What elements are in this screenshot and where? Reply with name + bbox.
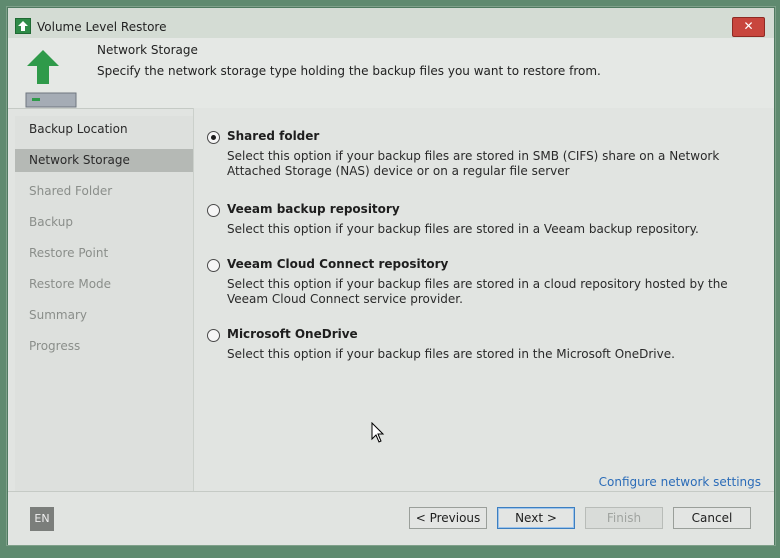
option-label[interactable]: Veeam backup repository bbox=[227, 202, 400, 216]
option-label[interactable]: Shared folder bbox=[227, 129, 319, 143]
app-icon bbox=[15, 18, 31, 34]
title-bar[interactable]: Volume Level Restore ✕ bbox=[8, 8, 774, 38]
window-title: Volume Level Restore bbox=[37, 20, 167, 34]
veeam-cloud-connect-radio[interactable] bbox=[207, 259, 220, 272]
option-description: Select this option if your backup files … bbox=[227, 347, 675, 361]
step-restore-mode: Restore Mode bbox=[29, 277, 112, 291]
step-backup-location[interactable]: Backup Location bbox=[15, 118, 193, 141]
step-progress: Progress bbox=[29, 339, 81, 353]
veeam-backup-repository-radio[interactable] bbox=[207, 204, 220, 217]
option-description: Select this option if your backup files … bbox=[227, 277, 728, 306]
cancel-button[interactable]: Cancel bbox=[673, 507, 751, 529]
mouse-pointer-icon bbox=[371, 421, 385, 444]
wizard-footer: EN < Previous Next > Finish Cancel bbox=[8, 491, 774, 545]
step-shared-folder: Shared Folder bbox=[29, 184, 113, 198]
page-description: Specify the network storage type holding… bbox=[97, 64, 601, 78]
wizard-steps-sidebar: Backup Location Network Storage Shared F… bbox=[15, 116, 193, 491]
previous-button[interactable]: < Previous bbox=[409, 507, 487, 529]
storage-options-panel: Shared folder Select this option if your… bbox=[194, 108, 774, 491]
volume-level-restore-window: Volume Level Restore ✕ Network Storage S… bbox=[7, 7, 775, 545]
option-label[interactable]: Veeam Cloud Connect repository bbox=[227, 257, 448, 271]
step-network-storage[interactable]: Network Storage bbox=[15, 149, 193, 172]
step-restore-point: Restore Point bbox=[29, 246, 109, 260]
restore-arrow-icon bbox=[25, 50, 79, 108]
step-summary: Summary bbox=[29, 308, 87, 322]
step-backup: Backup bbox=[29, 215, 73, 229]
next-button[interactable]: Next > bbox=[497, 507, 575, 529]
shared-folder-radio[interactable] bbox=[207, 131, 220, 144]
page-title: Network Storage bbox=[97, 43, 198, 57]
option-description: Select this option if your backup files … bbox=[227, 149, 720, 178]
microsoft-onedrive-radio[interactable] bbox=[207, 329, 220, 342]
configure-network-settings-link[interactable]: Configure network settings bbox=[599, 475, 761, 489]
option-description: Select this option if your backup files … bbox=[227, 222, 699, 236]
close-button[interactable]: ✕ bbox=[732, 17, 765, 37]
finish-button: Finish bbox=[585, 507, 663, 529]
language-indicator[interactable]: EN bbox=[30, 507, 54, 531]
wizard-header: Network Storage Specify the network stor… bbox=[8, 38, 774, 109]
option-label[interactable]: Microsoft OneDrive bbox=[227, 327, 358, 341]
